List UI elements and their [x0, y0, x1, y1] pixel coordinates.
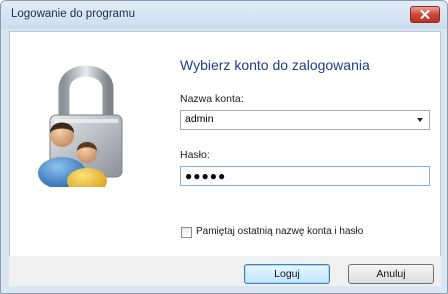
chevron-down-icon[interactable] [417, 118, 423, 122]
login-button[interactable]: Loguj [244, 264, 330, 284]
account-value: admin [185, 113, 214, 125]
cancel-button[interactable]: Anuluj [348, 264, 434, 284]
close-button[interactable] [410, 6, 440, 23]
button-bar: Loguj Anuluj [9, 256, 441, 286]
remember-checkbox[interactable] [181, 227, 192, 238]
window-title: Logowanie do programu [11, 8, 136, 20]
dialog-heading: Wybierz konto do zalogowania [180, 57, 370, 73]
account-select[interactable]: admin [180, 110, 430, 130]
close-icon [420, 10, 430, 19]
dialog-content: Wybierz konto do zalogowania Nazwa konta… [9, 31, 441, 257]
title-bar[interactable]: Logowanie do programu [1, 1, 447, 29]
password-field[interactable]: ●●●●● [180, 166, 430, 186]
login-dialog: Logowanie do programu Wybierz konto do z… [0, 0, 448, 294]
account-label: Nazwa konta: [180, 93, 244, 105]
lock-users-icon [32, 57, 132, 194]
password-value: ●●●●● [185, 169, 227, 183]
remember-label[interactable]: Pamiętaj ostatnią nazwę konta i hasło [196, 226, 363, 237]
password-label: Hasło: [180, 149, 210, 161]
